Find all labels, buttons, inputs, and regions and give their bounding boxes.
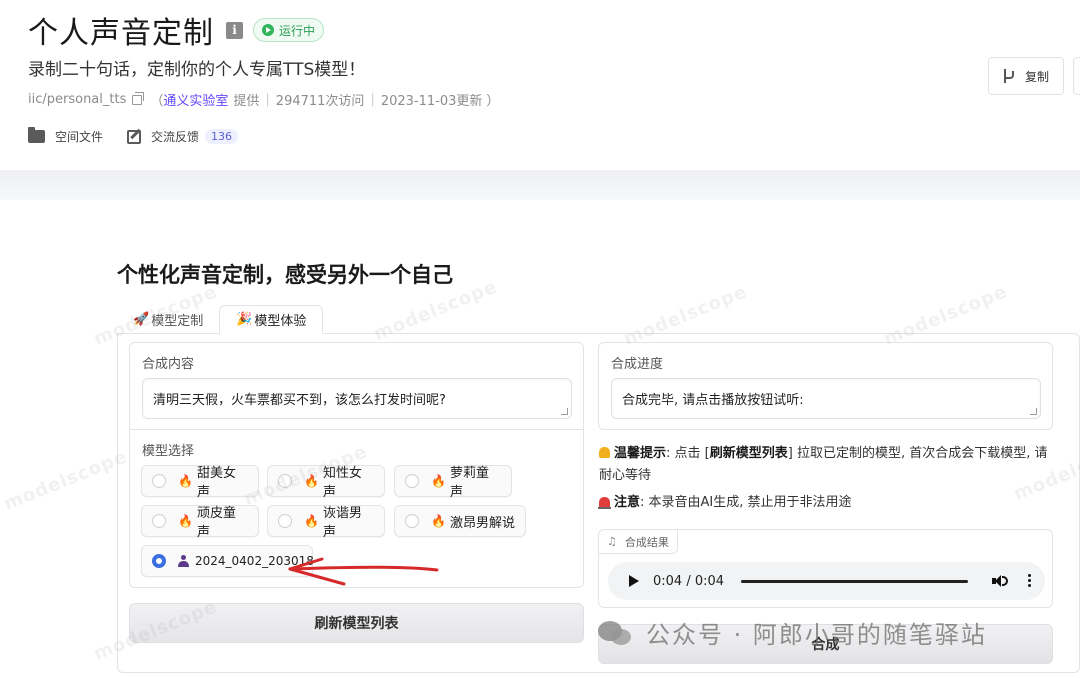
tip-text: : 点击 [ — [666, 446, 710, 461]
duplicate-label: 复制 — [1024, 69, 1049, 84]
option-label: 诙谐男声 — [322, 506, 362, 540]
model-option-passionate-commentator[interactable]: 🔥 激昂男解说 — [394, 505, 526, 537]
music-note-icon: ♫ — [607, 535, 617, 548]
meta-row: iic/personal_tts （ 通义实验室 提供 | 294711次访问 … — [28, 90, 499, 109]
option-label: 萝莉童声 — [449, 466, 489, 500]
progress-label: 合成进度 — [611, 357, 664, 372]
wechat-icon — [598, 619, 632, 647]
audio-progress-bar[interactable] — [741, 579, 969, 583]
tab-model-experience[interactable]: 🎉 模型体验 — [219, 305, 324, 334]
status-text: 运行中 — [279, 23, 316, 38]
tip-bold: 刷新模型列表 — [709, 446, 788, 461]
audio-time: 0:04 / 0:04 — [653, 573, 725, 589]
synth-content-textarea[interactable]: 清明三天假，火车票都买不到，该怎么打发时间呢? — [142, 378, 572, 419]
watermark-text: 公众号 · 阿郎小哥的随笔驿站 — [646, 621, 987, 649]
volume-icon[interactable] — [992, 574, 1009, 588]
radio-button[interactable] — [405, 474, 419, 488]
visit-count: 294711次访问 — [275, 94, 365, 109]
progress-panel: 合成进度 合成完毕, 请点击播放按钮试听: — [598, 342, 1053, 430]
fire-icon: 🔥 — [178, 514, 193, 528]
model-select-label: 模型选择 — [142, 444, 195, 459]
audio-player[interactable]: 0:04 / 0:04 — [608, 562, 1045, 600]
running-icon — [262, 24, 274, 36]
tab-label: 模型体验 — [254, 314, 307, 329]
space-subtitle: 录制二十句话，定制你的个人专属TTS模型！ — [28, 60, 366, 80]
red-arrow-annotation — [288, 557, 439, 586]
option-label: 甜美女声 — [196, 466, 236, 500]
fire-icon: 🔥 — [431, 474, 446, 488]
info-icon[interactable]: i — [226, 21, 243, 39]
duplicate-button[interactable]: 复制 — [988, 57, 1064, 95]
provider-close: ） — [486, 94, 500, 109]
divider — [130, 429, 583, 430]
notice-text: : 本录音由AI生成, 禁止用于非法用途 — [640, 495, 852, 510]
result-label-tag: ♫ 合成结果 — [599, 530, 678, 554]
status-badge: 运行中 — [253, 18, 325, 42]
divider: | — [265, 92, 270, 107]
update-date: 2023-11-03更新 — [380, 94, 483, 109]
provider-link[interactable]: 通义实验室 — [163, 90, 228, 109]
header-divider-band — [0, 170, 1080, 200]
space-header: 个人声音定制 i 运行中 录制二十句话，定制你的个人专属TTS模型！ iic/p… — [0, 0, 1080, 170]
radio-button[interactable] — [278, 514, 292, 528]
fire-icon: 🔥 — [431, 514, 446, 528]
radio-button[interactable] — [152, 514, 166, 528]
siren-icon — [598, 497, 611, 509]
play-icon[interactable] — [629, 575, 639, 587]
feedback-link[interactable]: 交流反馈 — [151, 128, 199, 145]
bell-icon — [599, 447, 610, 458]
synth-result-panel: ♫ 合成结果 0:04 / 0:04 — [598, 529, 1053, 608]
radio-button[interactable] — [405, 514, 419, 528]
option-label: 激昂男解说 — [449, 515, 515, 531]
notice-label: 注意 — [614, 495, 641, 510]
app-title: 个性化声音定制，感受另外一个自己 — [117, 263, 453, 287]
feedback-count-badge: 136 — [205, 129, 239, 144]
notice-tip: 注意: 本录音由AI生成, 禁止用于非法用途 — [598, 492, 1055, 514]
radio-button-checked[interactable] — [152, 554, 166, 568]
radio-button[interactable] — [152, 474, 166, 488]
model-option-naughty-child[interactable]: 🔥 顽皮童声 — [141, 505, 259, 540]
fire-icon: 🔥 — [178, 474, 193, 488]
model-option-humorous-male[interactable]: 🔥 诙谐男声 — [267, 505, 385, 540]
title-row: 个人声音定制 i 运行中 — [28, 8, 325, 52]
page-title: 个人声音定制 — [28, 16, 214, 51]
progress-textbox[interactable]: 合成完毕, 请点击播放按钮试听: — [611, 378, 1041, 419]
fire-icon: 🔥 — [304, 514, 319, 528]
files-link[interactable]: 空间文件 — [55, 128, 103, 145]
model-option-loli-child[interactable]: 🔥 萝莉童声 — [394, 465, 512, 500]
branch-icon — [1003, 69, 1014, 83]
more-button[interactable] — [1073, 57, 1080, 95]
user-icon — [178, 555, 189, 567]
divider: | — [370, 92, 375, 107]
copy-icon[interactable] — [132, 91, 145, 105]
more-options-icon[interactable] — [1028, 574, 1032, 588]
model-id: iic/personal_tts — [28, 92, 127, 107]
wechat-watermark: 公众号 · 阿郎小哥的随笔驿站 — [598, 615, 987, 650]
option-label: 顽皮童声 — [196, 506, 236, 540]
warm-tip: 温馨提示: 点击 [刷新模型列表] 拉取已定制的模型, 首次合成会下载模型, 请… — [599, 443, 1055, 487]
tip-label: 温馨提示 — [614, 446, 667, 461]
party-popper-icon: 🎉 — [236, 312, 253, 327]
folder-icon — [28, 127, 45, 143]
provider-suffix: 提供 — [233, 94, 260, 109]
provider-open: （ — [150, 94, 164, 109]
links-row: 空间文件 交流反馈 136 — [28, 127, 239, 145]
result-label: 合成结果 — [624, 535, 669, 549]
modelscope-watermark: modelscope — [0, 446, 131, 515]
edit-icon — [127, 129, 142, 144]
synth-content-label: 合成内容 — [142, 357, 195, 372]
